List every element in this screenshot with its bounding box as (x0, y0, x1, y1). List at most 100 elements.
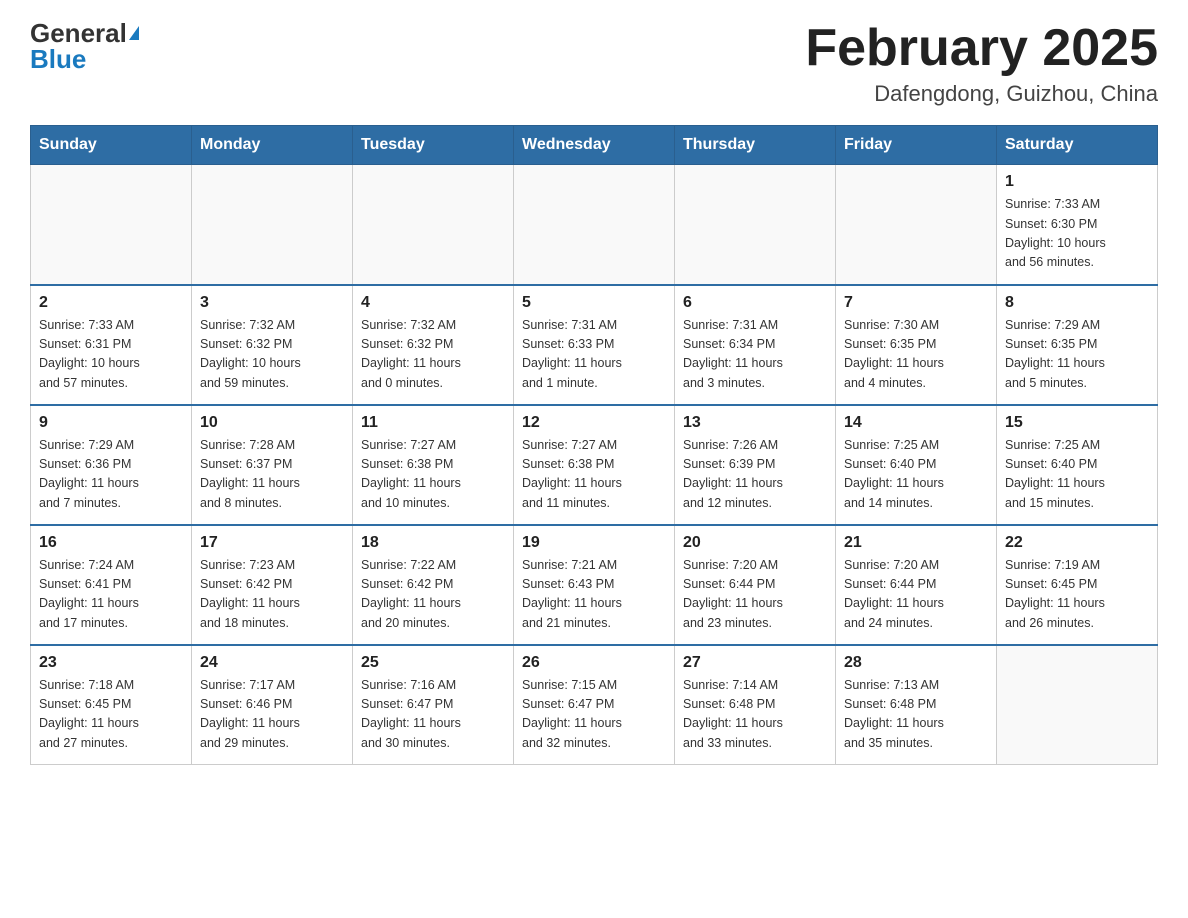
day-info: Sunrise: 7:15 AMSunset: 6:47 PMDaylight:… (522, 676, 666, 754)
calendar-week-row: 1 Sunrise: 7:33 AMSunset: 6:30 PMDaylight… (31, 165, 1158, 285)
day-number: 14 (844, 414, 988, 432)
calendar-cell: 20 Sunrise: 7:20 AMSunset: 6:44 PMDayligh… (675, 525, 836, 645)
logo-general-text: General (30, 20, 127, 46)
calendar-cell: 1 Sunrise: 7:33 AMSunset: 6:30 PMDaylight… (997, 165, 1158, 285)
calendar-cell: 5Sunrise: 7:31 AMSunset: 6:33 PMDaylight… (514, 285, 675, 405)
calendar-cell: 18 Sunrise: 7:22 AMSunset: 6:42 PMDayligh… (353, 525, 514, 645)
day-number: 1 (1005, 173, 1149, 191)
day-number: 7 (844, 294, 988, 312)
day-info: Sunrise: 7:27 AMSunset: 6:38 PMDaylight:… (522, 436, 666, 514)
day-number: 10 (200, 414, 344, 432)
calendar-cell: 13 Sunrise: 7:26 AMSunset: 6:39 PMDayligh… (675, 405, 836, 525)
column-header-saturday: Saturday (997, 126, 1158, 165)
day-number: 11 (361, 414, 505, 432)
day-number: 13 (683, 414, 827, 432)
calendar-cell: 6Sunrise: 7:31 AMSunset: 6:34 PMDaylight… (675, 285, 836, 405)
calendar-week-row: 16 Sunrise: 7:24 AMSunset: 6:41 PMDayligh… (31, 525, 1158, 645)
calendar-subtitle: Dafengdong, Guizhou, China (805, 81, 1158, 107)
day-info: Sunrise: 7:24 AMSunset: 6:41 PMDaylight:… (39, 556, 183, 634)
logo-blue-text: Blue (30, 46, 86, 72)
day-info: Sunrise: 7:21 AMSunset: 6:43 PMDaylight:… (522, 556, 666, 634)
calendar-table: SundayMondayTuesdayWednesdayThursdayFrid… (30, 125, 1158, 765)
day-info: Sunrise: 7:25 AMSunset: 6:40 PMDaylight:… (844, 436, 988, 514)
day-number: 2 (39, 294, 183, 312)
day-number: 17 (200, 534, 344, 552)
day-info: Sunrise: 7:18 AMSunset: 6:45 PMDaylight:… (39, 676, 183, 754)
column-header-monday: Monday (192, 126, 353, 165)
calendar-cell: 27 Sunrise: 7:14 AMSunset: 6:48 PMDayligh… (675, 645, 836, 765)
day-info: Sunrise: 7:23 AMSunset: 6:42 PMDaylight:… (200, 556, 344, 634)
day-number: 15 (1005, 414, 1149, 432)
calendar-title: February 2025 (805, 20, 1158, 77)
logo: General Blue (30, 20, 139, 72)
calendar-cell (192, 165, 353, 285)
day-info: Sunrise: 7:16 AMSunset: 6:47 PMDaylight:… (361, 676, 505, 754)
calendar-cell: 24 Sunrise: 7:17 AMSunset: 6:46 PMDayligh… (192, 645, 353, 765)
calendar-cell: 12Sunrise: 7:27 AMSunset: 6:38 PMDayligh… (514, 405, 675, 525)
day-info: Sunrise: 7:27 AMSunset: 6:38 PMDaylight:… (361, 436, 505, 514)
column-header-tuesday: Tuesday (353, 126, 514, 165)
day-info: Sunrise: 7:17 AMSunset: 6:46 PMDaylight:… (200, 676, 344, 754)
day-number: 25 (361, 654, 505, 672)
calendar-cell: 22 Sunrise: 7:19 AMSunset: 6:45 PMDayligh… (997, 525, 1158, 645)
day-number: 8 (1005, 294, 1149, 312)
day-number: 5 (522, 294, 666, 312)
calendar-cell: 19 Sunrise: 7:21 AMSunset: 6:43 PMDayligh… (514, 525, 675, 645)
calendar-cell: 23 Sunrise: 7:18 AMSunset: 6:45 PMDayligh… (31, 645, 192, 765)
calendar-cell: 17 Sunrise: 7:23 AMSunset: 6:42 PMDayligh… (192, 525, 353, 645)
day-number: 4 (361, 294, 505, 312)
day-info: Sunrise: 7:29 AMSunset: 6:35 PMDaylight:… (1005, 316, 1149, 394)
day-info: Sunrise: 7:19 AMSunset: 6:45 PMDaylight:… (1005, 556, 1149, 634)
day-number: 20 (683, 534, 827, 552)
day-number: 21 (844, 534, 988, 552)
day-info: Sunrise: 7:25 AMSunset: 6:40 PMDaylight:… (1005, 436, 1149, 514)
column-header-friday: Friday (836, 126, 997, 165)
day-number: 18 (361, 534, 505, 552)
day-number: 27 (683, 654, 827, 672)
day-number: 28 (844, 654, 988, 672)
day-number: 22 (1005, 534, 1149, 552)
day-info: Sunrise: 7:22 AMSunset: 6:42 PMDaylight:… (361, 556, 505, 634)
calendar-header-row: SundayMondayTuesdayWednesdayThursdayFrid… (31, 126, 1158, 165)
day-info: Sunrise: 7:33 AMSunset: 6:31 PMDaylight:… (39, 316, 183, 394)
calendar-cell (353, 165, 514, 285)
day-info: Sunrise: 7:32 AMSunset: 6:32 PMDaylight:… (361, 316, 505, 394)
day-info: Sunrise: 7:33 AMSunset: 6:30 PMDaylight:… (1005, 195, 1149, 273)
day-info: Sunrise: 7:26 AMSunset: 6:39 PMDaylight:… (683, 436, 827, 514)
day-number: 24 (200, 654, 344, 672)
calendar-week-row: 9Sunrise: 7:29 AMSunset: 6:36 PMDaylight… (31, 405, 1158, 525)
day-info: Sunrise: 7:29 AMSunset: 6:36 PMDaylight:… (39, 436, 183, 514)
calendar-cell (997, 645, 1158, 765)
calendar-cell: 2 Sunrise: 7:33 AMSunset: 6:31 PMDaylight… (31, 285, 192, 405)
calendar-cell: 28 Sunrise: 7:13 AMSunset: 6:48 PMDayligh… (836, 645, 997, 765)
calendar-cell: 14 Sunrise: 7:25 AMSunset: 6:40 PMDayligh… (836, 405, 997, 525)
day-number: 23 (39, 654, 183, 672)
day-info: Sunrise: 7:28 AMSunset: 6:37 PMDaylight:… (200, 436, 344, 514)
day-number: 16 (39, 534, 183, 552)
column-header-wednesday: Wednesday (514, 126, 675, 165)
day-number: 3 (200, 294, 344, 312)
day-info: Sunrise: 7:13 AMSunset: 6:48 PMDaylight:… (844, 676, 988, 754)
calendar-cell: 4 Sunrise: 7:32 AMSunset: 6:32 PMDaylight… (353, 285, 514, 405)
calendar-cell: 25 Sunrise: 7:16 AMSunset: 6:47 PMDayligh… (353, 645, 514, 765)
calendar-cell (675, 165, 836, 285)
calendar-cell: 16 Sunrise: 7:24 AMSunset: 6:41 PMDayligh… (31, 525, 192, 645)
calendar-cell: 10 Sunrise: 7:28 AMSunset: 6:37 PMDayligh… (192, 405, 353, 525)
column-header-sunday: Sunday (31, 126, 192, 165)
day-info: Sunrise: 7:20 AMSunset: 6:44 PMDaylight:… (683, 556, 827, 634)
column-header-thursday: Thursday (675, 126, 836, 165)
title-block: February 2025 Dafengdong, Guizhou, China (805, 20, 1158, 107)
day-info: Sunrise: 7:14 AMSunset: 6:48 PMDaylight:… (683, 676, 827, 754)
day-number: 19 (522, 534, 666, 552)
calendar-cell: 9Sunrise: 7:29 AMSunset: 6:36 PMDaylight… (31, 405, 192, 525)
calendar-cell: 3 Sunrise: 7:32 AMSunset: 6:32 PMDaylight… (192, 285, 353, 405)
calendar-cell: 7 Sunrise: 7:30 AMSunset: 6:35 PMDaylight… (836, 285, 997, 405)
calendar-cell (31, 165, 192, 285)
day-info: Sunrise: 7:31 AMSunset: 6:34 PMDaylight:… (683, 316, 827, 394)
calendar-cell: 15 Sunrise: 7:25 AMSunset: 6:40 PMDayligh… (997, 405, 1158, 525)
day-info: Sunrise: 7:32 AMSunset: 6:32 PMDaylight:… (200, 316, 344, 394)
calendar-cell (836, 165, 997, 285)
calendar-week-row: 2 Sunrise: 7:33 AMSunset: 6:31 PMDaylight… (31, 285, 1158, 405)
day-info: Sunrise: 7:20 AMSunset: 6:44 PMDaylight:… (844, 556, 988, 634)
day-info: Sunrise: 7:30 AMSunset: 6:35 PMDaylight:… (844, 316, 988, 394)
